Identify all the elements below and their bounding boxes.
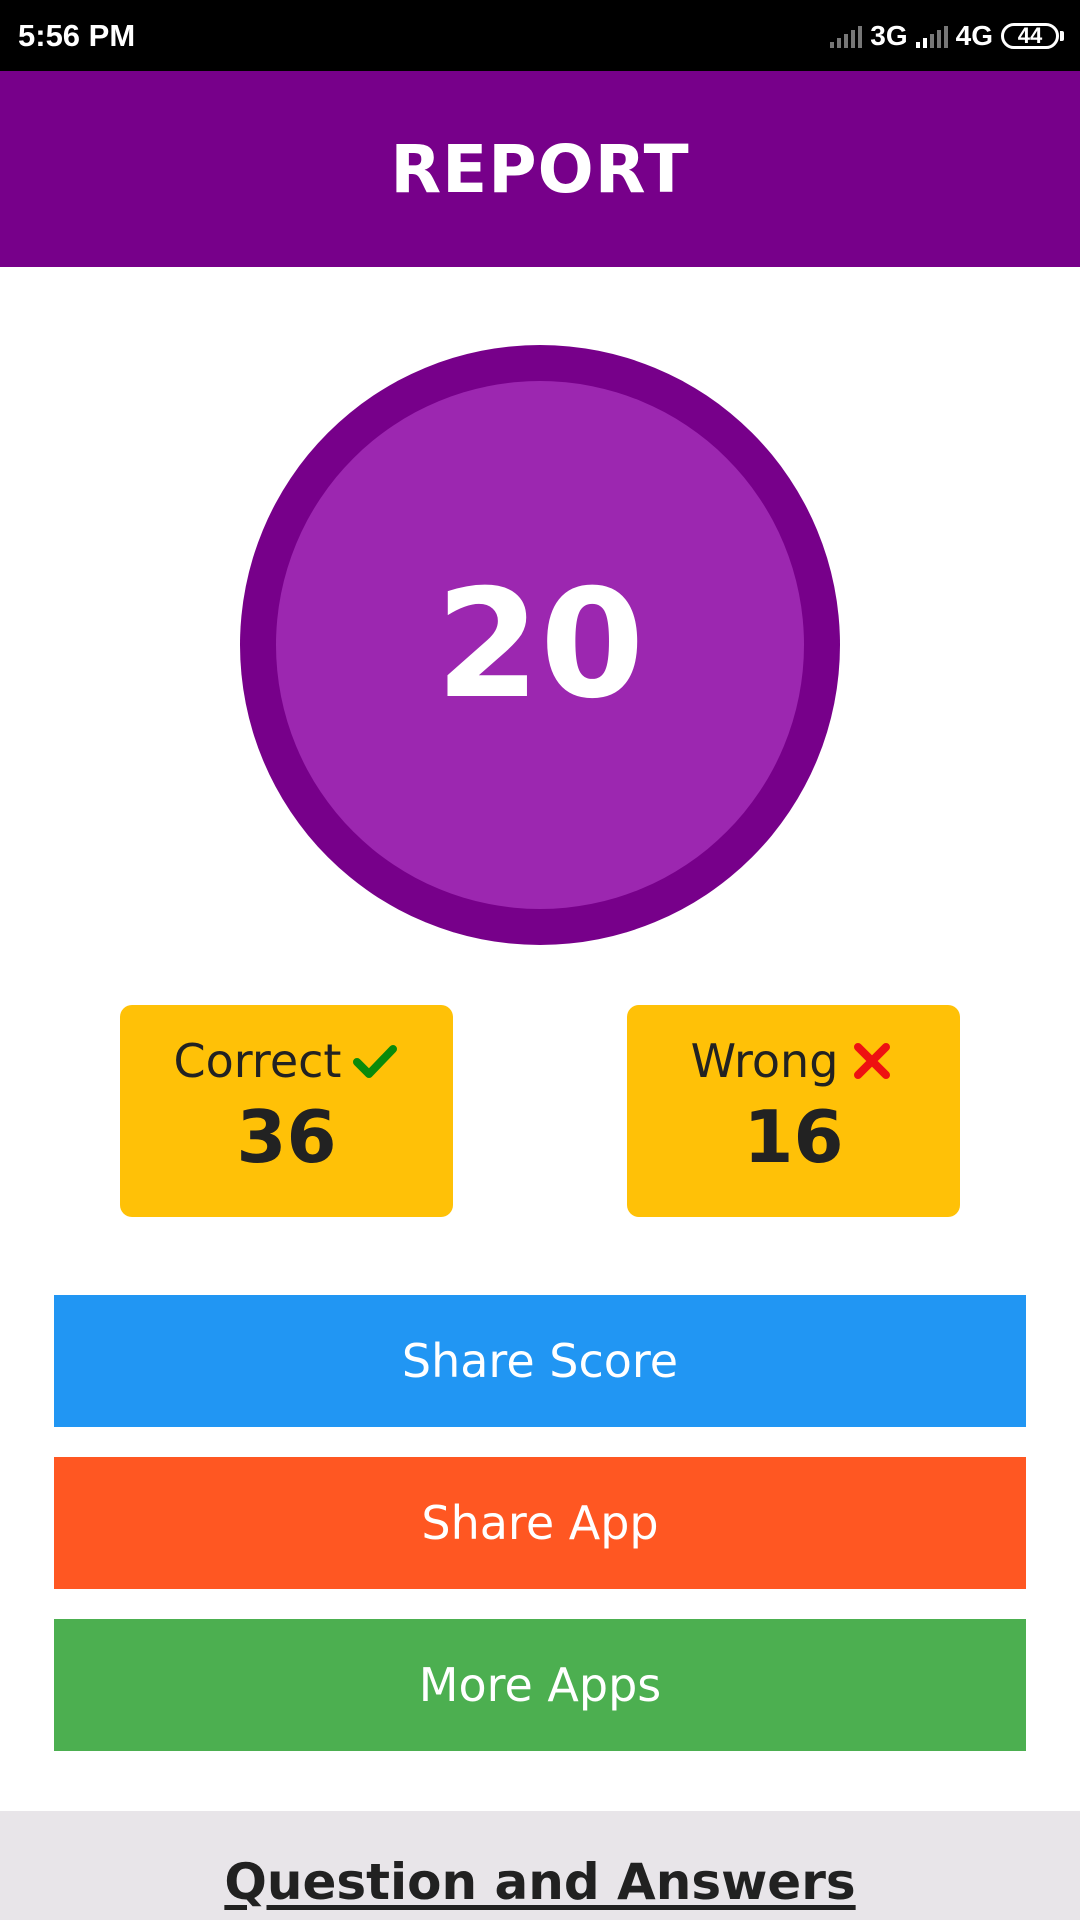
network-type-1: 3G	[870, 20, 908, 51]
score-circle: 20	[240, 345, 840, 945]
battery-icon: 44	[1001, 23, 1059, 49]
score-circle-inner: 20	[276, 381, 804, 909]
share-app-button[interactable]: Share App	[54, 1457, 1026, 1589]
status-time: 5:56 PM	[18, 18, 136, 53]
status-indicators: 3G 4G 44	[830, 14, 1064, 58]
correct-count: 36	[236, 1095, 337, 1179]
correct-label-row: Correct	[120, 1031, 453, 1091]
more-apps-button[interactable]: More Apps	[54, 1619, 1026, 1751]
qa-section: Question and Answers	[0, 1811, 1080, 1920]
share-score-button[interactable]: Share Score	[54, 1295, 1026, 1427]
wrong-count: 16	[743, 1095, 844, 1179]
correct-label: Correct	[173, 1034, 342, 1088]
wrong-label-row: Wrong	[627, 1031, 960, 1091]
app-header: REPORT	[0, 71, 1080, 267]
wrong-label: Wrong	[690, 1034, 839, 1088]
status-bar: 5:56 PM 3G 4G 44	[0, 0, 1080, 71]
network-type-2: 4G	[955, 20, 993, 51]
cross-icon	[854, 1043, 891, 1079]
wrong-card: Wrong 16	[627, 1005, 960, 1217]
signal-icon	[830, 24, 863, 48]
signal-icon	[915, 24, 948, 48]
qa-section-title[interactable]: Question and Answers	[224, 1853, 855, 1920]
battery-level: 44	[1017, 23, 1043, 48]
correct-card: Correct 36	[120, 1005, 453, 1217]
score-value: 20	[435, 558, 645, 732]
page-title: REPORT	[390, 130, 690, 208]
check-icon	[353, 1045, 398, 1078]
battery-cap	[1060, 31, 1064, 41]
